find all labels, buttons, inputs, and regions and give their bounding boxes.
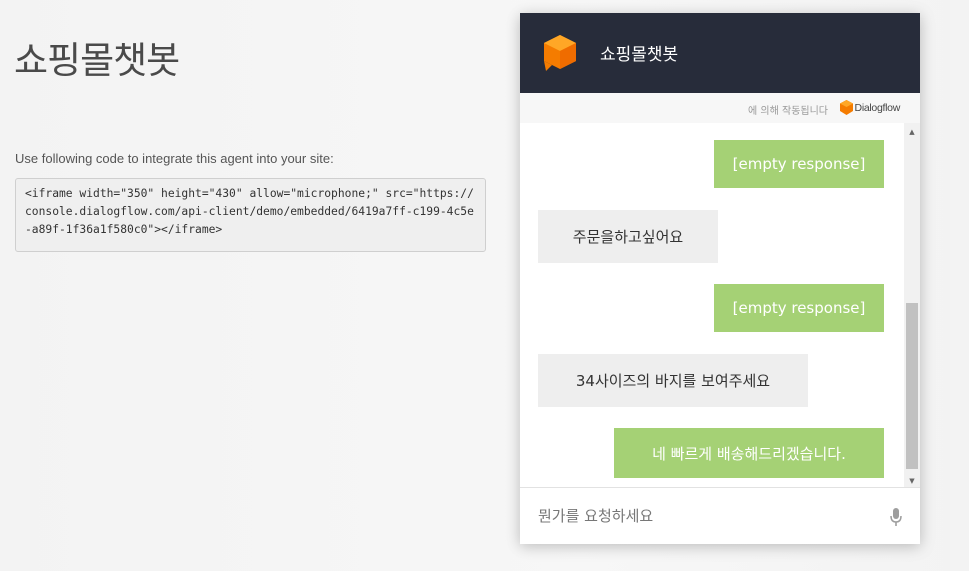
page-title: 쇼핑몰챗봇	[14, 39, 180, 82]
integrate-label: Use following code to integrate this age…	[15, 151, 334, 166]
chat-title: 쇼핑몰챗봇	[600, 45, 679, 65]
scroll-up-icon[interactable]: ▲	[904, 125, 920, 139]
user-message: [empty response]	[714, 284, 884, 332]
microphone-icon[interactable]	[890, 508, 902, 526]
bot-message: 34사이즈의 바지를 보여주세요	[538, 354, 808, 407]
dialogflow-brand[interactable]: Dialogflow	[839, 100, 901, 115]
chat-header: 쇼핑몰챗봇	[520, 13, 920, 93]
user-message: [empty response]	[714, 140, 884, 188]
dialogflow-brand-text: Dialogflow	[854, 101, 901, 114]
user-message: 네 빠르게 배송해드리겠습니다.	[614, 428, 884, 478]
agent-cube-icon	[544, 35, 576, 71]
dialogflow-logo-icon	[839, 100, 853, 115]
scroll-down-icon[interactable]: ▼	[904, 474, 920, 488]
chat-scrollbar[interactable]: ▲ ▼	[904, 123, 920, 488]
powered-by-bar: 에 의해 작동됩니다 Dialogflow	[520, 93, 920, 123]
scroll-thumb[interactable]	[906, 303, 918, 469]
embed-code-box[interactable]: <iframe width="350" height="430" allow="…	[15, 178, 486, 252]
message-list: [empty response] 주문을하고싶어요 [empty respons…	[520, 123, 904, 488]
bot-message: 주문을하고싶어요	[538, 210, 718, 263]
query-input[interactable]	[536, 498, 870, 534]
powered-by-text: 에 의해 작동됩니다	[748, 106, 828, 117]
chat-widget: 쇼핑몰챗봇 에 의해 작동됩니다 Dialogflow [empty respo…	[520, 13, 920, 544]
chat-input-bar	[520, 487, 920, 544]
